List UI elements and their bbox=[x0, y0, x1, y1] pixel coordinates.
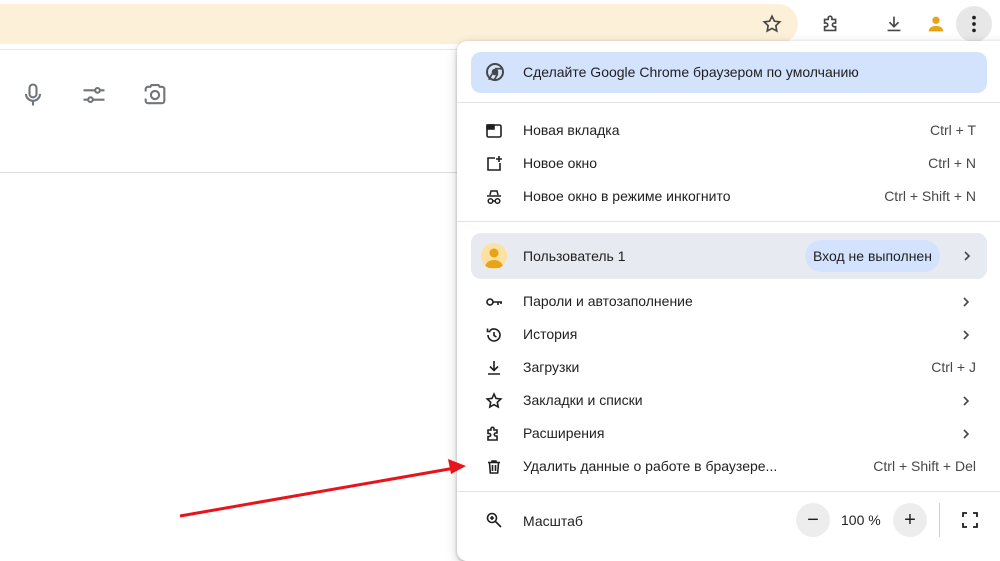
address-bar[interactable] bbox=[0, 4, 798, 44]
avatar bbox=[481, 243, 507, 269]
chevron-right-icon bbox=[958, 425, 974, 443]
content-divider bbox=[0, 172, 458, 173]
trash-icon bbox=[485, 458, 503, 476]
chevron-right-icon bbox=[958, 326, 974, 344]
new-window-label: Новое окно bbox=[523, 155, 598, 171]
profile-row[interactable]: Пользователь 1 Вход не выполнен bbox=[471, 233, 987, 279]
menu-separator bbox=[457, 102, 1000, 103]
zoom-value: 100 % bbox=[841, 512, 881, 528]
menu-separator bbox=[457, 221, 1000, 222]
chevron-right-icon bbox=[958, 392, 974, 410]
clear-data-shortcut: Ctrl + Shift + Del bbox=[873, 458, 976, 474]
incognito-icon bbox=[485, 188, 503, 206]
zoom-out-button[interactable]: − bbox=[796, 503, 830, 537]
menu-item-history[interactable]: История bbox=[457, 318, 1000, 351]
downloads-shortcut: Ctrl + J bbox=[931, 359, 976, 375]
zoom-icon bbox=[485, 511, 503, 529]
clear-data-label: Удалить данные о работе в браузере... bbox=[523, 458, 778, 474]
menu-item-clear-data[interactable]: Удалить данные о работе в браузере... Ct… bbox=[457, 450, 1000, 483]
new-tab-shortcut: Ctrl + T bbox=[929, 122, 976, 138]
signin-status-badge[interactable]: Вход не выполнен bbox=[805, 240, 940, 272]
history-label: История bbox=[523, 326, 578, 342]
profile-icon[interactable] bbox=[918, 6, 954, 42]
menu-item-bookmarks[interactable]: Закладки и списки bbox=[457, 384, 1000, 417]
puzzle-icon bbox=[485, 425, 503, 443]
star-icon bbox=[485, 392, 503, 410]
extensions-icon[interactable] bbox=[813, 6, 849, 42]
toolbar-divider bbox=[0, 49, 458, 50]
new-window-icon bbox=[485, 155, 503, 173]
passwords-label: Пароли и автозаполнение bbox=[523, 293, 693, 309]
zoom-in-button[interactable]: + bbox=[893, 503, 927, 537]
incognito-label: Новое окно в режиме инкогнито bbox=[523, 188, 731, 204]
zoom-divider bbox=[939, 503, 940, 537]
microphone-icon[interactable] bbox=[16, 78, 50, 112]
extensions-label: Расширения bbox=[523, 425, 605, 441]
filter-icon[interactable] bbox=[77, 78, 111, 112]
new-tab-label: Новая вкладка bbox=[523, 122, 620, 138]
downloads-icon[interactable] bbox=[876, 6, 912, 42]
new-tab-icon bbox=[485, 122, 503, 140]
menu-item-passwords[interactable]: Пароли и автозаполнение bbox=[457, 285, 1000, 318]
menu-item-downloads[interactable]: Загрузки Ctrl + J bbox=[457, 351, 1000, 384]
fullscreen-icon[interactable] bbox=[957, 507, 983, 533]
zoom-label: Масштаб bbox=[523, 513, 583, 529]
menu-item-new-window[interactable]: Новое окно Ctrl + N bbox=[457, 147, 1000, 180]
chrome-menu: Сделайте Google Chrome браузером по умол… bbox=[457, 41, 1000, 561]
set-default-browser-banner[interactable]: Сделайте Google Chrome браузером по умол… bbox=[471, 52, 987, 93]
menu-item-new-tab[interactable]: Новая вкладка Ctrl + T bbox=[457, 114, 1000, 147]
downloads-label: Загрузки bbox=[523, 359, 580, 375]
chevron-right-icon bbox=[959, 247, 975, 265]
bookmark-star-icon[interactable] bbox=[754, 6, 790, 42]
bookmarks-label: Закладки и списки bbox=[523, 392, 643, 408]
chrome-menu-icon[interactable] bbox=[956, 6, 992, 42]
chevron-right-icon bbox=[958, 293, 974, 311]
menu-item-extensions[interactable]: Расширения bbox=[457, 417, 1000, 450]
set-default-browser-label: Сделайте Google Chrome браузером по умол… bbox=[523, 64, 859, 80]
key-icon bbox=[485, 293, 503, 311]
download-icon bbox=[485, 359, 503, 377]
incognito-shortcut: Ctrl + Shift + N bbox=[884, 188, 976, 204]
menu-item-incognito[interactable]: Новое окно в режиме инкогнито Ctrl + Shi… bbox=[457, 180, 1000, 213]
history-icon bbox=[485, 326, 503, 344]
camera-lens-icon[interactable] bbox=[138, 78, 172, 112]
menu-separator bbox=[457, 491, 1000, 492]
zoom-row: Масштаб − 100 % + bbox=[457, 499, 1000, 541]
profile-name: Пользователь 1 bbox=[523, 248, 626, 264]
new-window-shortcut: Ctrl + N bbox=[928, 155, 976, 171]
chrome-logo-icon bbox=[485, 62, 505, 82]
